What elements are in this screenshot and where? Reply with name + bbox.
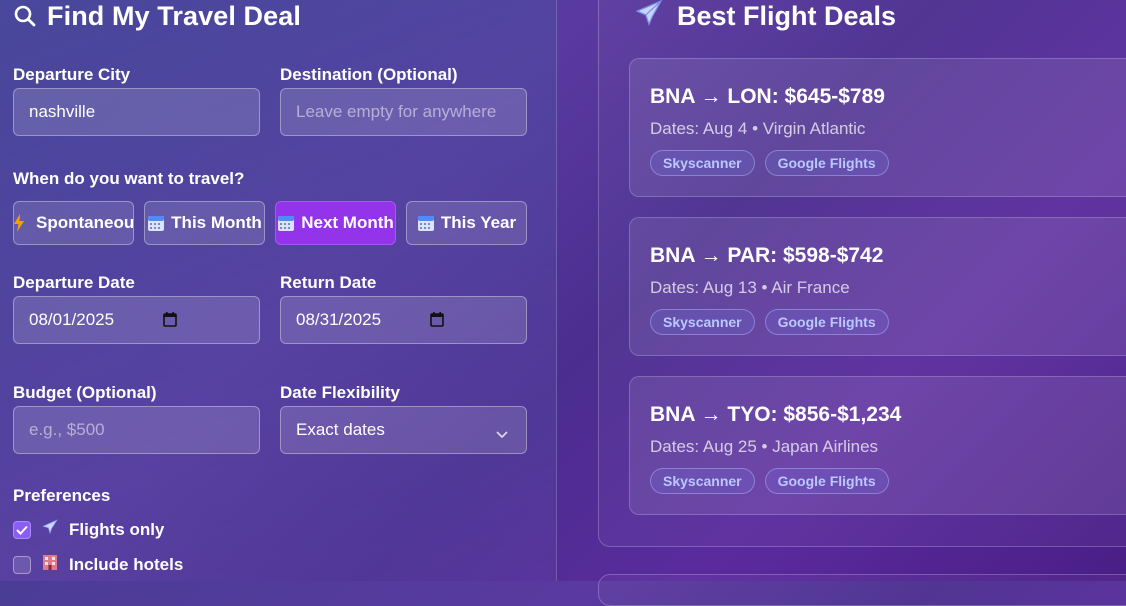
when-label: When do you want to travel? [13, 169, 245, 188]
timeframe-label: Spontaneous [36, 213, 134, 232]
flights-only-label: Flights only [69, 519, 165, 539]
deal-meta: Dates: Aug 25 • Japan Airlines [650, 437, 879, 456]
timeframe-next-month-button[interactable]: Next Month [275, 201, 396, 245]
destination-placeholder: Leave empty for anywhere [296, 102, 497, 121]
page-title: Find My Travel Deal [47, 0, 301, 31]
deals-heading: Best Flight Deals [633, 0, 896, 32]
lightning-icon [14, 214, 24, 232]
budget-input[interactable]: e.g., $500 [13, 406, 260, 454]
timeframe-label: This Year [440, 213, 517, 232]
timeframe-label: This Month [171, 213, 262, 232]
departure-city-input[interactable]: nashville [13, 88, 260, 136]
skyscanner-link[interactable]: Skyscanner [650, 468, 755, 494]
calendar-icon [277, 214, 295, 232]
calendar-icon [147, 214, 165, 232]
deal-route: BNA → PAR: $598-$742 [650, 244, 884, 267]
destination-input[interactable]: Leave empty for anywhere [280, 88, 527, 136]
deals-title: Best Flight Deals [677, 0, 897, 31]
airplane-icon [633, 0, 665, 35]
deal-meta: Dates: Aug 4 • Virgin Atlantic [650, 119, 866, 138]
include-hotels-checkbox[interactable] [13, 555, 31, 574]
timeframe-spontaneous-button[interactable]: Spontaneous [13, 201, 134, 245]
timeframe-this-month-button[interactable]: This Month [144, 201, 265, 245]
deal-route: BNA → TYO: $856-$1,234 [650, 403, 902, 426]
search-icon [13, 4, 37, 28]
deal-meta: Dates: Aug 13 • Air France [650, 278, 850, 297]
search-heading: Find My Travel Deal [13, 0, 301, 32]
flexibility-label: Date Flexibility [280, 383, 400, 402]
calendar-picker-icon[interactable] [163, 312, 177, 332]
calendar-picker-icon[interactable] [430, 312, 444, 332]
flights-only-option[interactable]: Flights only [13, 518, 164, 541]
deal-card: BNA → LON: $645-$789 Dates: Aug 4 • Virg… [629, 58, 1126, 197]
departure-date-input[interactable]: 08/01/2025 [13, 296, 260, 344]
flexibility-select[interactable]: Exact dates [280, 406, 527, 454]
calendar-icon [417, 214, 435, 232]
google-flights-link[interactable]: Google Flights [764, 309, 889, 335]
chevron-down-icon [496, 424, 508, 444]
timeframe-this-year-button[interactable]: This Year [406, 201, 527, 245]
next-panel-edge [598, 574, 1126, 606]
flexibility-value: Exact dates [296, 420, 385, 439]
deal-route: BNA → LON: $645-$789 [650, 85, 885, 108]
deal-card: BNA → TYO: $856-$1,234 Dates: Aug 25 • J… [629, 376, 1126, 515]
return-date-value: 08/31/2025 [296, 310, 382, 329]
include-hotels-option[interactable]: Include hotels [13, 553, 183, 576]
departure-date-label: Departure Date [13, 273, 135, 292]
skyscanner-link[interactable]: Skyscanner [650, 150, 755, 176]
return-date-label: Return Date [280, 273, 377, 292]
timeframe-label: Next Month [301, 213, 394, 232]
flights-only-checkbox[interactable] [13, 520, 31, 539]
preferences-label: Preferences [13, 486, 111, 505]
google-flights-link[interactable]: Google Flights [764, 468, 889, 494]
airplane-icon [41, 518, 59, 541]
departure-city-label: Departure City [13, 65, 131, 84]
include-hotels-label: Include hotels [69, 554, 184, 574]
departure-date-value: 08/01/2025 [29, 310, 115, 329]
google-flights-link[interactable]: Google Flights [764, 150, 889, 176]
destination-label: Destination (Optional) [280, 65, 458, 84]
return-date-input[interactable]: 08/31/2025 [280, 296, 527, 344]
budget-placeholder: e.g., $500 [29, 420, 105, 439]
hotel-icon [41, 553, 59, 576]
skyscanner-link[interactable]: Skyscanner [650, 309, 755, 335]
deal-card: BNA → PAR: $598-$742 Dates: Aug 13 • Air… [629, 217, 1126, 356]
budget-label: Budget (Optional) [13, 383, 157, 402]
departure-city-value: nashville [29, 102, 96, 121]
